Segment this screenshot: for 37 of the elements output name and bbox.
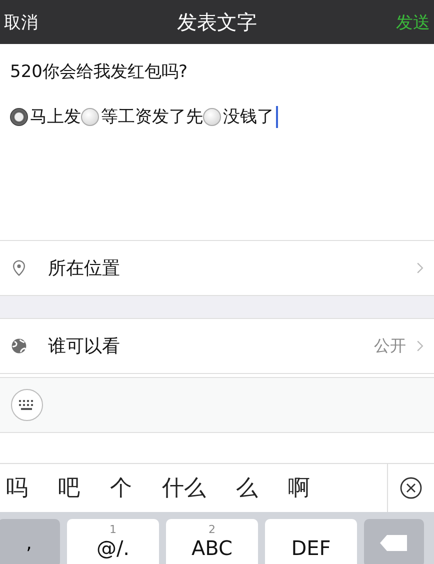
candidate-word[interactable]: 个 [110, 473, 132, 503]
radio-button[interactable] [10, 108, 28, 126]
radio-button[interactable] [203, 108, 221, 126]
post-text: 520你会给我发红包吗? [10, 61, 188, 83]
key-number: 1 [110, 523, 116, 536]
send-button[interactable]: 发送 [396, 10, 430, 34]
row-label: 所在位置 [48, 257, 121, 280]
text-cursor [276, 106, 278, 128]
location-pin-icon [10, 259, 28, 277]
row-label: 谁可以看 [48, 335, 121, 358]
globe-icon [10, 337, 28, 355]
key-number: 2 [208, 523, 216, 536]
punctuation-key[interactable]: , [0, 519, 60, 564]
chevron-right-icon [416, 261, 424, 275]
key-label: DEF [291, 536, 331, 560]
key-label: ABC [191, 536, 232, 560]
window-title: 发表文字 [177, 8, 257, 36]
keyboard-key[interactable]: 2 ABC [166, 519, 258, 564]
key-label: @/. [96, 536, 130, 560]
backspace-icon [379, 533, 409, 553]
settings-row[interactable]: 谁可以看 公开 [0, 318, 434, 374]
candidate-word[interactable]: 吧 [58, 473, 80, 503]
row-value: 公开 [374, 336, 406, 356]
candidate-word[interactable]: 啊 [288, 473, 310, 503]
candidate-word[interactable]: 么 [236, 473, 258, 503]
candidate-word[interactable]: 吗 [6, 473, 28, 503]
option-label: 马上发 [30, 106, 81, 128]
chevron-right-icon [416, 339, 424, 353]
close-icon[interactable] [399, 476, 423, 500]
radio-button[interactable] [81, 108, 99, 126]
keyboard-toggle-button[interactable] [11, 389, 43, 421]
option-label: 等工资发了先 [101, 106, 203, 128]
candidate-word[interactable]: 什么 [162, 473, 206, 503]
cancel-button[interactable]: 取消 [4, 10, 38, 34]
keyboard-key[interactable]: DEF [265, 519, 357, 564]
option-label: 没钱了 [223, 106, 274, 128]
keyboard-key[interactable]: 1 @/. [67, 519, 159, 564]
